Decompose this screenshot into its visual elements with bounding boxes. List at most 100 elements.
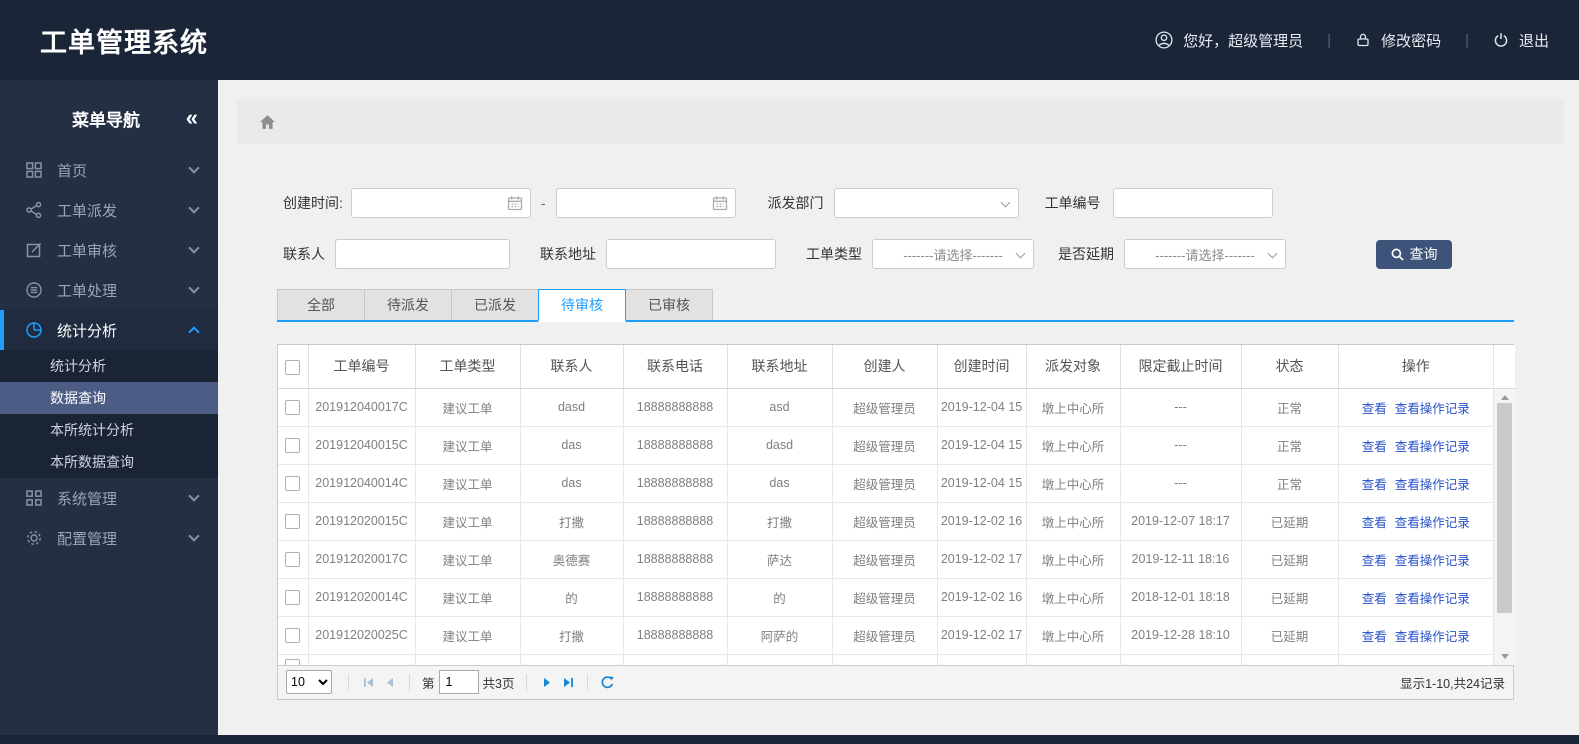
column-header: 联系电话 [623,345,728,389]
cell-target: 墩上中心所 [1026,502,1121,541]
create-time-to-input[interactable] [555,188,736,218]
submenu-item-local-statistics[interactable]: 本所统计分析 [0,414,218,446]
user-greeting[interactable]: 您好，超级管理员 [1155,30,1303,51]
current-page-input[interactable] [438,670,479,694]
action-link[interactable]: 查看 [1362,554,1387,568]
logout-button[interactable]: 退出 [1493,30,1549,51]
tab-reviewed[interactable]: 已审核 [625,289,713,320]
row-checkbox[interactable] [285,589,301,605]
tab-dispatched[interactable]: 已派发 [451,289,539,320]
action-link[interactable]: 查看操作记录 [1395,478,1470,492]
page-size-select[interactable]: 10 [286,670,332,694]
action-link[interactable]: 查看操作记录 [1395,516,1470,530]
scroll-down-icon[interactable] [1494,649,1515,665]
row-checkbox[interactable] [285,513,301,529]
submenu-item-statistics[interactable]: 统计分析 [0,350,218,382]
order-type-select[interactable]: -------请选择------- [872,239,1034,269]
sidebar-item-config[interactable]: 配置管理 [0,518,218,558]
cell-actions: 查看 查看操作记录 [1338,502,1493,541]
submenu-item-data-query[interactable]: 数据查询 [0,382,218,414]
change-password-label: 修改密码 [1381,32,1442,50]
row-checkbox[interactable] [285,475,301,491]
work-order-table: 工单编号 工单类型 联系人 联系电话 联系地址 创建人 创建时间 派发对象 限定… [277,344,1515,700]
cell-type: 建议工单 [415,426,521,465]
cell-order_no: 201912040017C [308,388,416,427]
pie-chart-icon [25,321,43,339]
sidebar-item-home[interactable]: 首页 [0,150,218,190]
cell-address: 萨达 [727,540,833,579]
gear-icon [25,529,43,547]
create-time-from-input[interactable] [350,188,531,218]
calendar-icon[interactable] [712,195,728,211]
tab-label: 全部 [307,297,335,313]
search-icon [1391,248,1404,261]
previous-page-button[interactable] [379,671,401,693]
row-checkbox[interactable] [285,658,301,665]
cell-actions: 查看 查看操作记录 [1338,616,1493,655]
cell-phone: 18888888888 [623,502,728,541]
next-page-button[interactable] [535,671,557,693]
tab-all[interactable]: 全部 [277,289,365,320]
contact-input[interactable] [335,239,510,269]
cell-target: 墩上中心所 [1026,464,1121,503]
page-prefix-label: 第 [422,676,435,691]
submenu-item-local-data-query[interactable]: 本所数据查询 [0,446,218,478]
sidebar-item-dispatch[interactable]: 工单派发 [0,190,218,230]
row-checkbox[interactable] [285,437,301,453]
chevron-down-icon [188,490,200,502]
action-link[interactable]: 查看操作记录 [1395,592,1470,606]
cell-phone: 18888888888 [623,540,728,579]
cell-address: 阿萨的 [727,616,833,655]
row-checkbox[interactable] [285,551,301,567]
statistics-submenu: 统计分析 数据查询 本所统计分析 本所数据查询 [0,350,218,478]
row-checkbox[interactable] [285,627,301,643]
change-password-button[interactable]: 修改密码 [1355,30,1441,51]
chevron-down-icon [1000,197,1011,208]
action-link[interactable]: 查看 [1362,630,1387,644]
cell-creator: 超级管理员 [832,426,938,465]
chevron-down-icon [188,162,200,174]
last-page-button[interactable] [557,671,579,693]
sidebar-item-process[interactable]: 工单处理 [0,270,218,310]
refresh-icon[interactable] [596,671,618,693]
action-link[interactable]: 查看操作记录 [1395,630,1470,644]
action-link[interactable]: 查看 [1362,478,1387,492]
scrollbar-thumb[interactable] [1497,403,1512,613]
column-header: 工单类型 [415,345,521,389]
table-header-row: 工单编号 工单类型 联系人 联系电话 联系地址 创建人 创建时间 派发对象 限定… [278,345,1493,389]
order-no-input[interactable] [1112,188,1273,218]
filter-row-2: 联系人 联系地址 工单类型 -------请选择------- 是否延期 ---… [277,239,1514,269]
vertical-scrollbar[interactable] [1494,389,1515,665]
row-checkbox[interactable] [285,399,301,415]
column-header: 联系人 [520,345,624,389]
select-all-checkbox[interactable] [285,359,301,375]
sidebar-item-statistics[interactable]: 统计分析 [0,310,218,350]
lock-icon [1355,32,1371,48]
app-header: 工单管理系统 您好，超级管理员 | 修改密码 | 退出 [0,0,1579,80]
action-link[interactable]: 查看 [1362,592,1387,606]
action-link[interactable]: 查看 [1362,516,1387,530]
first-page-button[interactable] [357,671,379,693]
home-icon[interactable] [259,114,276,130]
cell-target: 墩上中心所 [1026,388,1121,427]
cell-order_no: 201912020017C [308,540,416,579]
action-link[interactable]: 查看操作记录 [1395,402,1470,416]
dispatch-dept-select[interactable] [833,188,1019,218]
cell-creator: 超级管理员 [832,502,938,541]
action-link[interactable]: 查看 [1362,402,1387,416]
sidebar-item-label: 工单审核 [57,242,118,260]
action-link[interactable]: 查看操作记录 [1395,440,1470,454]
search-button[interactable]: 查询 [1376,239,1452,269]
delay-select[interactable]: -------请选择------- [1124,239,1286,269]
submenu-item-label: 本所数据查询 [50,454,134,470]
action-link[interactable]: 查看 [1362,440,1387,454]
calendar-icon[interactable] [507,195,523,211]
collapse-sidebar-icon[interactable]: « [186,107,198,129]
address-input[interactable] [606,239,776,269]
sidebar-item-review[interactable]: 工单审核 [0,230,218,270]
sidebar-item-system[interactable]: 系统管理 [0,478,218,518]
action-link[interactable]: 查看操作记录 [1395,554,1470,568]
tab-pending-dispatch[interactable]: 待派发 [364,289,452,320]
user-greeting-label: 您好，超级管理员 [1183,32,1304,50]
tab-pending-review[interactable]: 待审核 [538,289,626,322]
